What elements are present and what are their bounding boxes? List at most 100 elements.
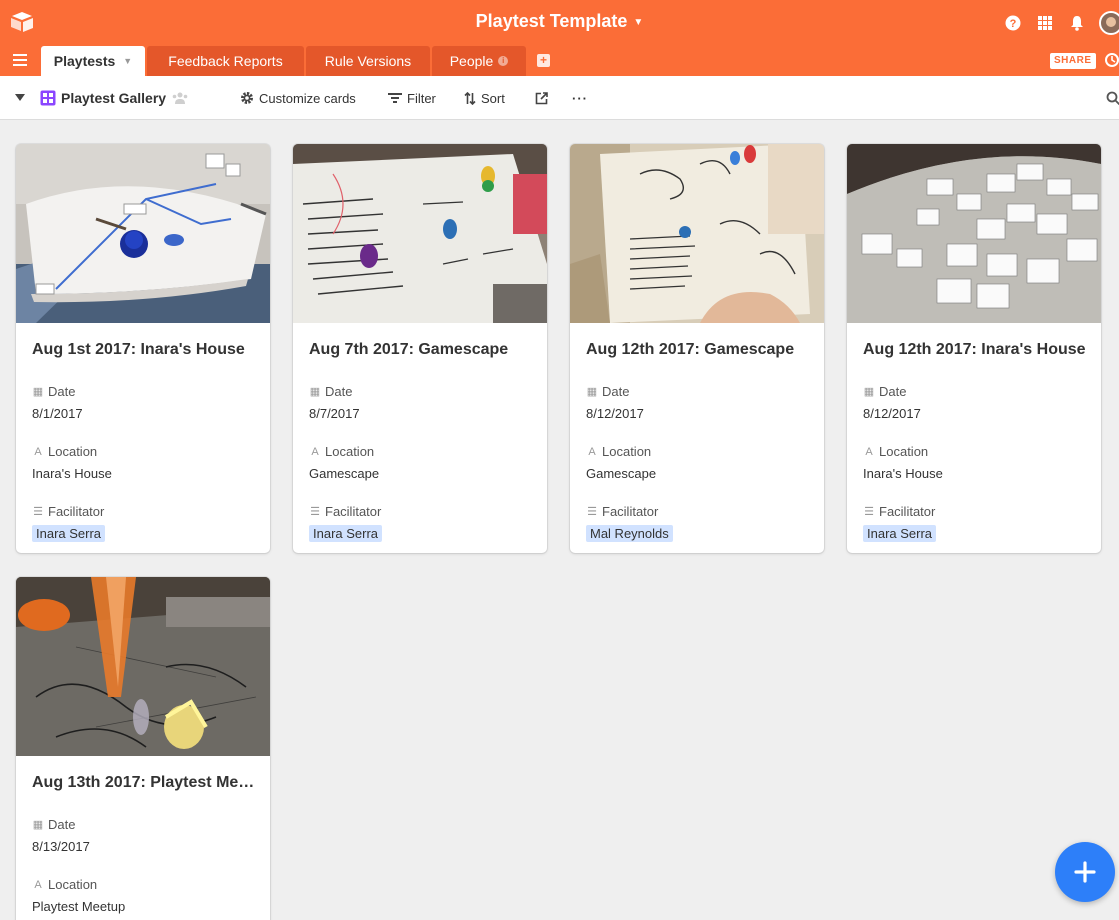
customize-cards-button[interactable]: Customize cards (240, 76, 356, 120)
calendar-icon: ▦ (863, 386, 875, 398)
linked-record-icon: ☰ (587, 506, 597, 518)
field-value-location: Playtest Meetup (32, 899, 126, 914)
gallery-card[interactable]: Aug 12th 2017: Inara's House ▦ Date 8/12/… (847, 144, 1101, 553)
gallery-view-icon (40, 90, 56, 106)
search-icon[interactable] (1106, 76, 1119, 120)
field-label-date: ▦ Date (863, 384, 907, 399)
field-label-facilitator: ☰ Facilitator (33, 504, 105, 519)
field-value-location: Gamescape (309, 466, 380, 481)
text-field-icon: A (865, 445, 873, 458)
filter-label: Filter (407, 90, 436, 106)
card-title: Aug 13th 2017: Playtest Meetup (32, 774, 258, 791)
customize-cards-label: Customize cards (259, 90, 356, 106)
text-field-icon: A (311, 445, 319, 458)
field-label-location: A Location (32, 444, 97, 459)
tab-label: People (449, 53, 494, 69)
calendar-icon: ▦ (586, 386, 598, 398)
filter-icon (388, 92, 402, 104)
user-avatar[interactable] (1099, 11, 1119, 35)
field-label-location: A Location (32, 877, 97, 892)
field-value-date: 8/12/2017 (863, 406, 921, 421)
card-cover-image (847, 144, 1101, 323)
menu-icon[interactable] (13, 54, 27, 66)
sort-button[interactable]: Sort (464, 76, 505, 120)
base-title[interactable]: Playtest Template ▼ (0, 11, 1119, 32)
text-field-icon: A (34, 878, 42, 891)
card-title: Aug 7th 2017: Gamescape (309, 341, 509, 358)
calendar-icon: ▦ (32, 386, 44, 398)
more-options-button[interactable]: ··· (572, 76, 588, 120)
header-actions: ? (991, 10, 1119, 36)
linked-record-icon: ☰ (33, 506, 43, 518)
field-label-facilitator: ☰ Facilitator (864, 504, 936, 519)
tab-feedback-reports[interactable]: Feedback Reports (147, 46, 304, 76)
svg-text:?: ? (1010, 18, 1017, 30)
facilitator-chip[interactable]: Inara Serra (309, 525, 383, 542)
field-label-location: A Location (863, 444, 928, 459)
help-icon[interactable]: ? (1003, 13, 1023, 33)
sort-icon (464, 91, 476, 105)
add-table-icon[interactable]: + (537, 54, 550, 67)
field-label-location: A Location (309, 444, 374, 459)
app-header: Playtest Template ▼ ? Playtests ▼ Feedback… (0, 0, 1119, 76)
more-icon: ··· (572, 90, 588, 106)
info-icon: i (498, 56, 509, 66)
add-record-button[interactable] (1055, 842, 1115, 902)
gallery-card[interactable]: Aug 7th 2017: Gamescape ▦ Date 8/7/2017 A… (293, 144, 547, 553)
view-name: Playtest Gallery (61, 90, 167, 106)
facilitator-chip[interactable]: Inara Serra (863, 525, 937, 542)
notifications-bell-icon[interactable] (1067, 13, 1087, 33)
plus-icon (1074, 861, 1096, 883)
field-value-location: Gamescape (586, 466, 657, 481)
view-list-toggle-icon[interactable] (15, 76, 25, 120)
table-tabs: Playtests ▼ Feedback Reports Rule Version… (0, 46, 1119, 76)
tab-people[interactable]: People i (432, 46, 526, 76)
calendar-icon: ▦ (32, 819, 44, 831)
collaborative-view-icon (172, 92, 188, 104)
field-value-date: 8/12/2017 (586, 406, 644, 421)
linked-record-icon: ☰ (310, 506, 320, 518)
field-value-date: 8/7/2017 (309, 406, 360, 421)
text-field-icon: A (588, 445, 596, 458)
filter-button[interactable]: Filter (388, 76, 436, 120)
chevron-down-icon[interactable]: ▼ (123, 56, 132, 66)
card-cover-image (293, 144, 547, 323)
field-label-location: A Location (586, 444, 651, 459)
calendar-icon: ▦ (309, 386, 321, 398)
field-value-location: Inara's House (863, 466, 943, 481)
card-title: Aug 12th 2017: Gamescape (586, 341, 795, 358)
view-switcher[interactable]: Playtest Gallery (40, 76, 188, 120)
tab-label: Rule Versions (324, 53, 412, 69)
field-label-date: ▦ Date (309, 384, 353, 399)
gallery-card[interactable]: Aug 1st 2017: Inara's House ▦ Date 8/1/20… (16, 144, 270, 553)
card-cover-image (570, 144, 824, 323)
external-link-icon (535, 91, 548, 105)
gear-icon (240, 91, 254, 105)
gallery-card[interactable]: Aug 13th 2017: Playtest Meetup ▦ Date 8/1… (16, 577, 270, 920)
field-value-location: Inara's House (32, 466, 112, 481)
field-label-date: ▦ Date (32, 817, 76, 832)
tab-label: Feedback Reports (168, 53, 283, 69)
facilitator-chip[interactable]: Inara Serra (32, 525, 106, 542)
gallery-card[interactable]: Aug 12th 2017: Gamescape ▦ Date 8/12/2017… (570, 144, 824, 553)
field-label-facilitator: ☰ Facilitator (587, 504, 659, 519)
field-label-date: ▦ Date (32, 384, 76, 399)
card-cover-image (16, 144, 270, 323)
field-value-date: 8/1/2017 (32, 406, 83, 421)
card-title: Aug 12th 2017: Inara's House (863, 341, 1086, 358)
apps-grid-icon[interactable] (1035, 13, 1055, 33)
field-label-facilitator: ☰ Facilitator (310, 504, 382, 519)
field-value-date: 8/13/2017 (32, 839, 90, 854)
card-title: Aug 1st 2017: Inara's House (32, 341, 245, 358)
share-button[interactable]: SHARE (1050, 53, 1096, 69)
tab-playtests[interactable]: Playtests ▼ (41, 46, 145, 76)
text-field-icon: A (34, 445, 42, 458)
facilitator-chip[interactable]: Mal Reynolds (586, 525, 673, 542)
history-icon[interactable] (1104, 52, 1119, 68)
sort-label: Sort (481, 90, 505, 106)
tab-label: Playtests (53, 53, 116, 69)
base-title-text: Playtest Template (475, 11, 628, 31)
tab-rule-versions[interactable]: Rule Versions (306, 46, 430, 76)
share-view-button[interactable] (535, 76, 548, 120)
card-cover-image (16, 577, 270, 756)
